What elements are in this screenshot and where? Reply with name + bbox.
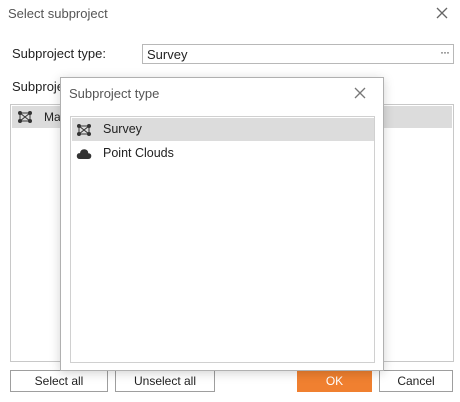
list-item-label: Ma [44,110,61,124]
browse-button[interactable]: ··· [440,45,450,59]
list-item-survey[interactable]: Survey [72,118,374,141]
subproject-type-list[interactable]: Survey Point Clouds [70,116,375,363]
cancel-button[interactable]: Cancel [379,370,453,392]
subprojects-label: Subproje [12,79,65,94]
subproject-type-value: Survey [147,47,188,62]
dialog-title: Select subproject [8,6,108,21]
ok-button[interactable]: OK [297,370,372,392]
subproject-type-field[interactable]: Survey ··· [142,44,454,64]
close-icon[interactable] [353,86,367,100]
list-item-point-clouds[interactable]: Point Clouds [72,142,374,165]
list-item-label: Point Clouds [103,146,174,160]
subproject-type-popup: Subproject type Survey Point Clouds [60,77,384,371]
survey-network-icon [77,124,91,136]
close-icon[interactable] [434,5,450,21]
cloud-icon [76,149,92,159]
unselect-all-button[interactable]: Unselect all [115,370,215,392]
list-item-label: Survey [103,122,142,136]
survey-network-icon [18,111,32,123]
popup-title: Subproject type [69,86,160,101]
dialog-title-bar: Select subproject [0,0,460,28]
subproject-type-label: Subproject type: [12,46,106,61]
select-all-button[interactable]: Select all [10,370,108,392]
